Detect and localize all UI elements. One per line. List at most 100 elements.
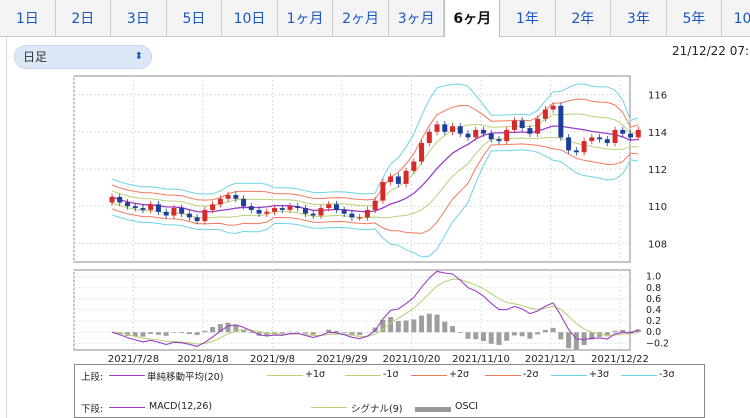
candle	[550, 105, 556, 110]
price-chart: 116 114 112 110 108 1.00.80.60.40.20.0−0.2 202…	[73, 75, 669, 364]
candle	[295, 206, 301, 209]
candle	[612, 129, 618, 143]
candle	[527, 128, 533, 134]
osci-bar	[140, 332, 146, 337]
candle	[566, 137, 572, 151]
osci-bar	[566, 332, 572, 349]
candle	[558, 105, 564, 138]
legend-item: OSCI	[455, 401, 478, 412]
macd-tick-label: 0.6	[646, 294, 661, 305]
candle	[635, 129, 641, 138]
candle	[511, 120, 517, 130]
legend-item: MACD(12,26)	[149, 401, 213, 412]
osci-bar	[550, 327, 556, 333]
candle	[132, 206, 138, 209]
legend-item: シグナル(9)	[351, 404, 403, 415]
candle	[488, 133, 494, 140]
candle	[279, 208, 285, 210]
osci-bar	[573, 332, 579, 351]
macd-tick-label: 1.0	[646, 272, 661, 283]
candle	[272, 208, 278, 212]
osci-bar	[426, 313, 432, 333]
candle	[357, 217, 363, 219]
macd-tick-label: 0.2	[646, 316, 661, 327]
candle	[124, 202, 130, 207]
osci-bar	[542, 329, 548, 333]
candle	[109, 196, 115, 203]
legend-swatch	[621, 375, 657, 376]
osci-bar	[411, 319, 417, 333]
osci-bar	[248, 332, 254, 334]
candle	[287, 206, 293, 210]
osci-bar	[302, 332, 308, 334]
y-tick-label: 112	[648, 165, 667, 176]
legend-swatch	[345, 375, 381, 376]
legend-swatch	[267, 375, 303, 376]
osci-bar	[333, 330, 339, 333]
legend-swatch	[109, 375, 145, 376]
osci-bar	[310, 332, 316, 335]
candle	[496, 139, 502, 142]
candle	[210, 204, 216, 210]
candle	[179, 208, 185, 214]
candle	[372, 200, 378, 210]
legend-item: +3σ	[589, 369, 610, 380]
macd-tick-label: 0.0	[646, 327, 661, 338]
legend-item: -1σ	[383, 369, 399, 380]
osci-bar	[504, 332, 510, 341]
osci-bar	[186, 332, 192, 335]
legend-swatch	[109, 407, 145, 408]
macd-tick-label: 0.4	[646, 305, 661, 316]
candle	[628, 133, 634, 138]
candle	[519, 120, 525, 129]
candle	[163, 211, 169, 216]
osci-bar	[612, 330, 618, 333]
y-tick-label: 110	[648, 202, 667, 213]
x-tick-label: 2021/7/28	[108, 354, 159, 364]
candle	[140, 208, 146, 210]
candle	[473, 129, 479, 138]
osci-bar	[349, 332, 355, 335]
candle	[535, 118, 541, 134]
legend-item: +1σ	[305, 369, 326, 380]
candle	[155, 204, 161, 212]
candle	[171, 208, 177, 216]
candle	[148, 204, 154, 210]
candle	[620, 129, 626, 134]
osci-bar	[473, 332, 479, 340]
osci-bar	[194, 332, 200, 336]
candle	[403, 170, 409, 184]
candle	[318, 208, 324, 216]
candle	[573, 150, 579, 153]
x-tick-label: 2021/9/29	[316, 354, 367, 364]
legend-item: -2σ	[523, 369, 539, 380]
candle	[581, 141, 587, 153]
candle	[225, 195, 231, 199]
candle	[457, 126, 463, 134]
osci-bar	[450, 326, 456, 333]
candle	[411, 161, 417, 171]
osci-bar	[295, 331, 301, 333]
osci-bar	[558, 332, 564, 340]
osci-bar	[279, 332, 285, 334]
candle	[264, 211, 270, 214]
osci-bar	[457, 332, 463, 334]
osci-bar	[171, 332, 177, 333]
candle	[589, 137, 595, 142]
candle	[341, 209, 347, 214]
candle	[465, 133, 471, 138]
legend-box: 上段: 下段: 単純移動平均(20) +1σ -1σ +2σ -2σ +3σ -3σ MACD…	[74, 364, 705, 418]
x-tick-label: 2021/12/1	[525, 354, 576, 364]
candle	[194, 217, 200, 222]
osci-bar	[488, 332, 494, 344]
legend-swatch	[311, 407, 347, 408]
osci-bar	[419, 315, 425, 333]
candle	[442, 124, 448, 132]
candle	[233, 195, 239, 199]
candle	[388, 176, 394, 183]
candle	[241, 198, 247, 207]
candle	[380, 182, 386, 201]
legend-item: +2σ	[449, 369, 470, 380]
osci-bar	[434, 314, 440, 333]
candle	[310, 213, 316, 216]
